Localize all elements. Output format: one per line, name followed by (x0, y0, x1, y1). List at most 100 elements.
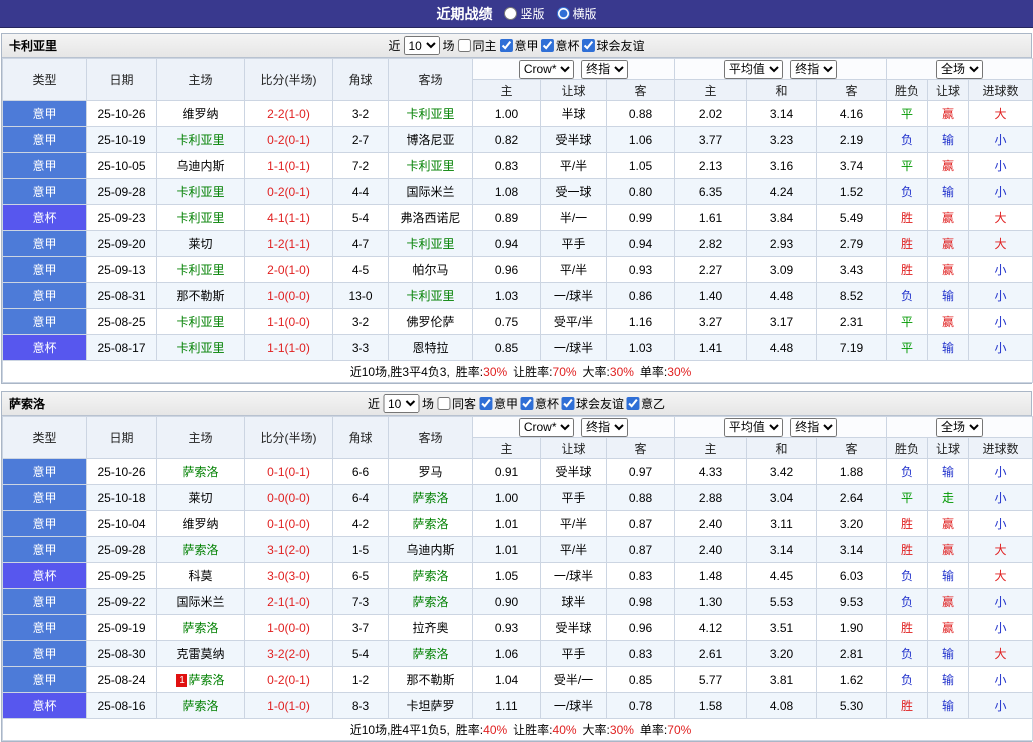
league-filter-checkbox[interactable] (626, 397, 639, 410)
odds-time-select[interactable]: 终指 (581, 60, 628, 79)
home-team-name: 国际米兰 (176, 595, 224, 609)
away-team: 萨索洛 (389, 641, 473, 667)
result-goals: 小 (969, 179, 1033, 205)
league-filter-option[interactable]: 意杯 (541, 37, 580, 54)
layout-vertical-option[interactable]: 竖版 (504, 5, 544, 22)
odds-away: 0.87 (607, 537, 675, 563)
layout-horizontal-option[interactable]: 横版 (557, 5, 597, 22)
scope-select[interactable]: 全场 (936, 418, 983, 437)
avg-time-select[interactable]: 终指 (790, 418, 837, 437)
odds-home: 0.83 (473, 153, 541, 179)
avg-odds-select[interactable]: 平均值 (724, 418, 783, 437)
result-wdl: 胜 (887, 537, 928, 563)
odds-company-select[interactable]: Crow* (519, 60, 574, 79)
corners: 1-2 (333, 667, 389, 693)
match-date: 25-08-25 (87, 309, 157, 335)
result-wdl: 胜 (887, 231, 928, 257)
corners: 4-2 (333, 511, 389, 537)
same-venue-checkbox[interactable] (457, 39, 470, 52)
avg-away: 2.79 (817, 231, 887, 257)
layout-horizontal-radio[interactable] (557, 7, 570, 20)
same-venue-option[interactable]: 同主 (457, 37, 496, 54)
result-wdl: 平 (887, 153, 928, 179)
league-filter-label: 意杯 (535, 395, 559, 412)
result-wdl: 负 (887, 283, 928, 309)
avg-away: 5.49 (817, 205, 887, 231)
same-venue-option[interactable]: 同客 (437, 395, 476, 412)
match-date: 25-10-19 (87, 127, 157, 153)
match-row: 意杯25-09-25科莫3-0(3-0)6-5萨索洛1.05一/球半0.831.… (3, 563, 1033, 589)
recent-count-select[interactable]: 10 (383, 394, 419, 413)
away-team: 萨索洛 (389, 589, 473, 615)
league-filter-checkbox[interactable] (561, 397, 574, 410)
home-team-name: 萨索洛 (182, 543, 218, 557)
avg-time-select[interactable]: 终指 (790, 60, 837, 79)
home-team-name: 卡利亚里 (176, 211, 224, 225)
subcol-avg-home: 主 (675, 438, 747, 459)
result-wdl: 负 (887, 563, 928, 589)
corners: 7-3 (333, 589, 389, 615)
same-venue-checkbox[interactable] (437, 397, 450, 410)
score: 0-1(0-0) (245, 511, 333, 537)
avg-draw: 4.24 (747, 179, 817, 205)
home-team: 卡利亚里 (157, 179, 245, 205)
league-filter-option[interactable]: 球会友谊 (561, 395, 624, 412)
handicap: 平手 (541, 485, 607, 511)
match-row: 意甲25-10-18莱切0-0(0-0)6-4萨索洛1.00平手0.882.88… (3, 485, 1033, 511)
recent-count-select[interactable]: 10 (403, 36, 439, 55)
scope-select[interactable]: 全场 (936, 60, 983, 79)
match-row: 意甲25-09-28卡利亚里0-2(0-1)4-4国际米兰1.08受一球0.80… (3, 179, 1033, 205)
result-wdl: 负 (887, 641, 928, 667)
result-wdl: 平 (887, 309, 928, 335)
away-team-name: 萨索洛 (412, 647, 448, 661)
layout-vertical-radio[interactable] (504, 7, 517, 20)
odds-company-select[interactable]: Crow* (519, 418, 574, 437)
subcol-handicap: 让球 (541, 438, 607, 459)
league-filter-option[interactable]: 意杯 (520, 395, 559, 412)
odds-time-select[interactable]: 终指 (581, 418, 628, 437)
avg-away: 7.19 (817, 335, 887, 361)
league-filter-checkbox[interactable] (582, 39, 595, 52)
league-filter-option[interactable]: 意甲 (500, 37, 539, 54)
league-filter-option[interactable]: 意甲 (479, 395, 518, 412)
odds-away: 1.06 (607, 127, 675, 153)
odds-home: 0.93 (473, 615, 541, 641)
table-header-row: 类型 日期 主场 比分(半场) 角球 客场 Crow* 终指 平均值 终指 (3, 59, 1033, 80)
match-date: 25-10-05 (87, 153, 157, 179)
league-badge: 意甲 (3, 153, 87, 179)
avg-odds-select[interactable]: 平均值 (724, 60, 783, 79)
match-row: 意甲25-09-22国际米兰2-1(1-0)7-3萨索洛0.90球半0.981.… (3, 589, 1033, 615)
score: 1-1(0-0) (245, 309, 333, 335)
away-team-name: 佛罗伦萨 (406, 315, 454, 329)
away-team-name: 帕尔马 (412, 263, 448, 277)
league-filter-checkbox[interactable] (520, 397, 533, 410)
odds-home: 0.96 (473, 257, 541, 283)
match-date: 25-08-30 (87, 641, 157, 667)
league-filter-checkbox[interactable] (479, 397, 492, 410)
result-handicap: 输 (928, 693, 969, 719)
near-label: 近 (368, 395, 380, 412)
match-row: 意甲25-10-04维罗纳0-1(0-0)4-2萨索洛1.01平/半0.872.… (3, 511, 1033, 537)
league-filter-option[interactable]: 球会友谊 (582, 37, 645, 54)
result-wdl: 胜 (887, 257, 928, 283)
odds-home: 1.06 (473, 641, 541, 667)
col-header-away: 客场 (389, 59, 473, 101)
home-team-name: 莱切 (188, 237, 212, 251)
match-date: 25-09-28 (87, 179, 157, 205)
subcol-avg-draw: 和 (747, 80, 817, 101)
result-handicap: 赢 (928, 511, 969, 537)
avg-away: 9.53 (817, 589, 887, 615)
home-team: 1萨索洛 (157, 667, 245, 693)
league-filter-option[interactable]: 意乙 (626, 395, 665, 412)
match-date: 25-10-04 (87, 511, 157, 537)
avg-draw: 4.08 (747, 693, 817, 719)
result-goals: 小 (969, 693, 1033, 719)
home-team-name: 科莫 (188, 569, 212, 583)
score: 0-2(0-1) (245, 179, 333, 205)
league-filter-checkbox[interactable] (500, 39, 513, 52)
handicap: 半/一 (541, 205, 607, 231)
league-filter-label: 意乙 (641, 395, 665, 412)
summary-label: 大率: (583, 365, 610, 379)
league-filter-checkbox[interactable] (541, 39, 554, 52)
away-team-name: 博洛尼亚 (406, 133, 454, 147)
